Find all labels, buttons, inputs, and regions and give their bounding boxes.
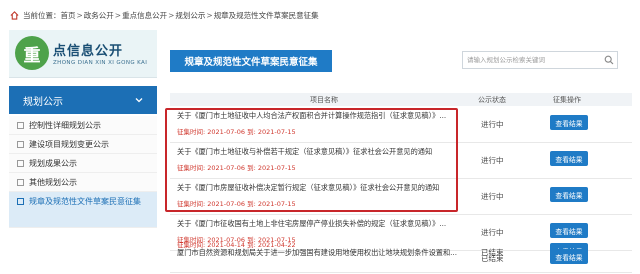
sidebar-item-label: 建设项目规划变更公示 (29, 139, 109, 149)
breadcrumb-current[interactable]: 规章及规范性文件草案民意征集 (214, 10, 319, 21)
home-icon (10, 10, 19, 20)
row-dates: 征集时间: 2021-07-06 到: 2021-07-15 (177, 200, 296, 208)
square-bullet-icon (17, 159, 24, 167)
sidebar-section-header[interactable]: 规划公示 (9, 86, 157, 114)
view-results-button[interactable]: 查看结果 (550, 115, 588, 130)
row-dates: 征集时间: 2021-07-06 到: 2021-07-15 (177, 128, 296, 136)
sidebar-item-project-change[interactable]: 建设项目规划变更公示 (9, 135, 157, 154)
sidebar-item-detailed-planning[interactable]: 控制性详细规划公示 (9, 116, 157, 135)
column-header-name: 项目名称 (310, 96, 338, 104)
sidebar-item-label: 规划成果公示 (29, 158, 77, 168)
sidebar-item-label: 规章及规范性文件草案民意征集 (29, 197, 141, 206)
table-row: 关于《厦门市土地征收中人均合法产权面积合并计算操作规范指引（征求意见稿）》...… (170, 107, 632, 143)
status-badge: 进行中 (481, 228, 504, 237)
status-badge: 进行中 (481, 192, 504, 201)
square-bullet-icon (17, 178, 24, 186)
breadcrumb: 当前位置： 首页 > 政务公开 > 重点信息公开 > 规划公示 > 规章及规范性文件草案… (10, 8, 319, 22)
breadcrumb-key-info[interactable]: 重点信息公开 (122, 10, 167, 21)
column-header-action: 征集操作 (553, 96, 581, 104)
table-header: 项目名称 公示状态 征集操作 (170, 93, 632, 106)
breadcrumb-gov[interactable]: 政务公开 (84, 10, 114, 21)
view-results-button[interactable]: 查看结果 (550, 187, 588, 202)
row-title-link[interactable]: 关于《厦门市土地征收与补偿若干规定（征求意见稿）》征求社会公开意见的通知 (177, 147, 461, 157)
status-badge: 已结束 (481, 254, 504, 263)
page-title: 规章及规范性文件草案民意征集 (170, 50, 332, 72)
table-row: 关于《厦门市房屋征收补偿决定暂行规定（征求意见稿）》征求社会公开意见的通知 征集… (170, 179, 632, 215)
row-dates: 征集时间: 2021-07-06 到: 2021-07-15 (177, 164, 296, 172)
sidebar-item-planning-results[interactable]: 规划成果公示 (9, 154, 157, 173)
view-results-button[interactable]: 查看结果 (550, 151, 588, 166)
breadcrumb-home[interactable]: 首页 (61, 10, 76, 21)
square-bullet-icon (17, 140, 24, 148)
row-title-link[interactable]: 关于《厦门市征收国有土地上非住宅房屋停产停业损失补偿的规定（征求意见稿）》... (177, 219, 461, 229)
row-title-link[interactable]: 厦门市自然资源和规划局关于进一步加强国有建设用地使用权出让地块规划条件设置和..… (177, 247, 461, 271)
sidebar-item-regulation-draft[interactable]: 规章及规范性文件草案民意征集 (9, 192, 157, 228)
search-input[interactable] (467, 52, 601, 68)
sidebar-section-title: 规划公示 (23, 96, 63, 108)
row-title-link[interactable]: 关于《厦门市土地征收中人均合法产权面积合并计算操作规范指引（征求意见稿）》... (177, 111, 461, 121)
search-box (462, 51, 618, 69)
brand-banner: 重 点信息公开 ZHONG DIAN XIN XI GONG KAI (9, 30, 157, 78)
breadcrumb-label: 当前位置： (23, 10, 61, 20)
sidebar-menu: 控制性详细规划公示 建设项目规划变更公示 规划成果公示 其他规划公示 规章及规范… (9, 116, 157, 228)
row-title-link[interactable]: 关于《厦门市房屋征收补偿决定暂行规定（征求意见稿）》征求社会公开意见的通知 (177, 183, 461, 193)
status-badge: 进行中 (481, 156, 504, 165)
brand-title: 点信息公开 (53, 44, 124, 59)
table-row: 关于《厦门市土地征收与补偿若干规定（征求意见稿）》征求社会公开意见的通知 征集时… (170, 143, 632, 179)
search-icon[interactable] (601, 52, 617, 68)
breadcrumb-planning[interactable]: 规划公示 (175, 10, 205, 21)
column-header-status: 公示状态 (478, 96, 506, 104)
chevron-down-icon (135, 98, 143, 103)
table-row: 厦门市自然资源和规划局关于进一步加强国有建设用地使用权出让地块规划条件设置和..… (170, 245, 632, 274)
square-bullet-icon (17, 121, 24, 129)
brand-subtitle: ZHONG DIAN XIN XI GONG KAI (53, 60, 148, 66)
square-bullet-icon (17, 198, 24, 205)
sidebar-item-other-planning[interactable]: 其他规划公示 (9, 173, 157, 192)
sidebar-item-label: 控制性详细规划公示 (29, 120, 101, 130)
sidebar: 重 点信息公开 ZHONG DIAN XIN XI GONG KAI 规划公示 … (9, 30, 157, 274)
sidebar-item-label: 其他规划公示 (29, 177, 77, 187)
status-badge: 进行中 (481, 120, 504, 129)
view-results-button[interactable]: 查看结果 (550, 249, 588, 264)
brand-logo: 重 (15, 36, 49, 70)
view-results-button[interactable]: 查看结果 (550, 223, 588, 238)
